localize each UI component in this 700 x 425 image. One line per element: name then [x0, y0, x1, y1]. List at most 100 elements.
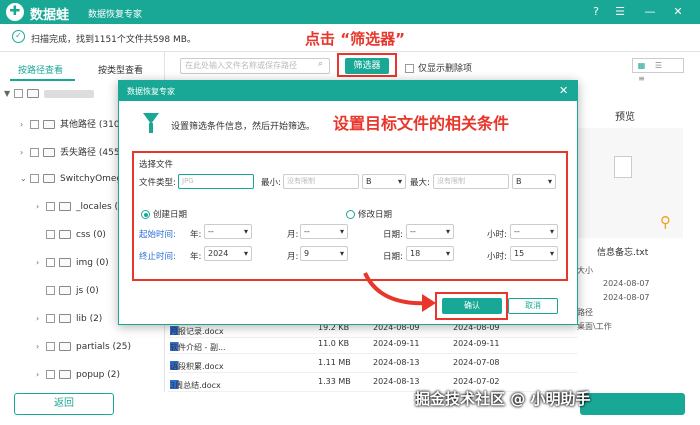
tab-by-path[interactable]: 按路径查看 — [18, 63, 63, 76]
chevron-right-icon[interactable]: › — [36, 370, 46, 379]
table-row[interactable]: 软件介绍 - 副... 11.0 KB 2024-09-11 2024-09-1… — [168, 336, 578, 354]
folder-icon — [59, 230, 71, 239]
help-icon[interactable]: ? — [588, 4, 604, 20]
pointer-arrow-icon — [363, 272, 436, 312]
file-type-input[interactable]: JPG — [178, 174, 254, 189]
start-day-select[interactable]: -- — [406, 224, 454, 239]
end-time-label: 终止时间: — [139, 252, 176, 262]
file-name: 3周总结.docx — [170, 381, 221, 390]
start-month-select[interactable]: -- — [300, 224, 348, 239]
preview-filename: 信息备忘.txt — [597, 248, 649, 258]
search-icon[interactable]: ⌕ — [318, 59, 323, 69]
folder-icon — [59, 202, 71, 211]
checkbox[interactable] — [46, 202, 55, 211]
recover-button[interactable] — [580, 393, 685, 415]
end-month-select[interactable]: 9 — [300, 246, 348, 261]
dialog-title: 数据恢复专家 — [127, 87, 175, 96]
checkbox[interactable] — [14, 89, 23, 98]
file-date: 2024-07-02 — [453, 377, 500, 386]
radio-icon[interactable] — [346, 210, 355, 219]
section-label: 选择文件 — [139, 160, 174, 170]
radio-selected-icon[interactable] — [141, 210, 150, 219]
hour-label: 小时: — [487, 252, 507, 262]
start-year-select[interactable]: -- — [204, 224, 252, 239]
checkbox[interactable] — [46, 314, 55, 323]
minimize-icon[interactable]: — — [642, 4, 658, 20]
watermark: 掘金技术社区 @ 小明助手 — [415, 390, 591, 408]
tab-by-type[interactable]: 按类型查看 — [98, 63, 143, 76]
max-size-unit-select[interactable]: B — [512, 174, 556, 189]
checkbox[interactable] — [46, 258, 55, 267]
tree-item[interactable]: › img (0) — [36, 258, 109, 268]
chevron-right-icon[interactable]: › — [36, 202, 46, 211]
close-icon[interactable]: ✕ — [559, 84, 568, 97]
hour-label: 小时: — [487, 230, 507, 240]
app-subname: 数据恢复专家 — [88, 10, 143, 20]
file-size: 1.33 MB — [318, 377, 351, 386]
created-date-radio[interactable]: 创建日期 — [141, 208, 187, 220]
checkbox[interactable] — [46, 286, 55, 295]
file-size: 1.11 MB — [318, 358, 351, 367]
min-size-input[interactable]: 没有限制 — [283, 174, 359, 189]
funnel-icon-stem — [149, 123, 153, 133]
table-row[interactable]: 语段积累.docx 1.11 MB 2024-08-13 2024-07-08 — [168, 355, 578, 373]
file-date: 2024-09-11 — [373, 339, 420, 348]
tree-item[interactable]: › partials (25) — [36, 342, 131, 352]
tree-item[interactable]: › popup (2) — [36, 370, 120, 380]
max-size-input[interactable]: 没有限制 — [433, 174, 509, 189]
search-input[interactable]: 在此处输入文件名称或保存路径 — [180, 58, 330, 74]
file-size: 11.0 KB — [318, 339, 350, 348]
detail-view-icon[interactable]: ≡ — [633, 72, 650, 85]
annotation-set-conditions: 设置目标文件的相关条件 — [333, 114, 510, 133]
tree-item[interactable]: ⌄ SwitchyOmega — [20, 174, 128, 184]
tree-item[interactable]: › _locales (6) — [36, 202, 127, 212]
month-label: 月: — [287, 252, 299, 262]
modified-date-radio[interactable]: 修改日期 — [346, 208, 392, 220]
checkbox[interactable] — [46, 342, 55, 351]
chevron-right-icon[interactable]: › — [20, 120, 30, 129]
chevron-right-icon[interactable]: › — [36, 314, 46, 323]
preview-field: 2024-08-07 — [603, 279, 650, 288]
show-deleted-toggle[interactable]: 仅显示删除项 — [405, 61, 472, 74]
folder-icon — [43, 148, 55, 157]
checkbox[interactable] — [30, 148, 39, 157]
checkbox[interactable] — [405, 64, 414, 73]
dialog-cancel-button[interactable]: 取消 — [508, 298, 558, 314]
menu-icon[interactable]: ☰ — [612, 4, 628, 20]
chevron-right-icon[interactable]: › — [20, 148, 30, 157]
chevron-down-icon[interactable]: ▼ — [4, 89, 14, 98]
checkbox[interactable] — [30, 120, 39, 129]
tree-item[interactable]: › 丢失路径 (455) — [20, 145, 123, 158]
chevron-down-icon[interactable]: ⌄ — [20, 174, 30, 183]
file-date: 2024-08-13 — [373, 358, 420, 367]
grid-view-icon[interactable]: ▦ — [633, 59, 650, 72]
tree-item[interactable]: › lib (2) — [36, 314, 102, 324]
end-day-select[interactable]: 18 — [406, 246, 454, 261]
end-hour-select[interactable]: 15 — [510, 246, 558, 261]
file-name: 语段积累.docx — [170, 362, 224, 371]
file-name: 软件介绍 - 副... — [170, 343, 226, 352]
chevron-right-icon[interactable]: › — [36, 342, 46, 351]
preview-title: 预览 — [615, 112, 635, 123]
list-view-icon[interactable]: ☰ — [650, 59, 667, 72]
start-hour-select[interactable]: -- — [510, 224, 558, 239]
end-year-select[interactable]: 2024 — [204, 246, 252, 261]
ok-button-highlight — [435, 292, 508, 320]
checkbox[interactable] — [46, 230, 55, 239]
chevron-right-icon[interactable]: › — [36, 258, 46, 267]
tree-item[interactable]: › 其他路径 (310) — [20, 117, 123, 130]
folder-icon — [59, 286, 71, 295]
magnifier-icon[interactable]: ⚲ — [660, 213, 671, 231]
checkbox[interactable] — [30, 174, 39, 183]
tree-item[interactable]: js (0) — [46, 286, 99, 296]
start-time-label: 起始时间: — [139, 230, 176, 240]
check-circle-icon: ✓ — [12, 30, 25, 43]
tree-root[interactable]: ▼ — [4, 89, 94, 99]
tree-item-label: lib (2) — [76, 314, 103, 324]
tree-item[interactable]: css (0) — [46, 230, 106, 240]
min-size-unit-select[interactable]: B — [362, 174, 406, 189]
back-button[interactable]: 返回 — [14, 393, 114, 415]
tree-item-label: 其他路径 (310) — [60, 120, 124, 130]
close-icon[interactable]: ✕ — [670, 4, 686, 20]
checkbox[interactable] — [46, 370, 55, 379]
